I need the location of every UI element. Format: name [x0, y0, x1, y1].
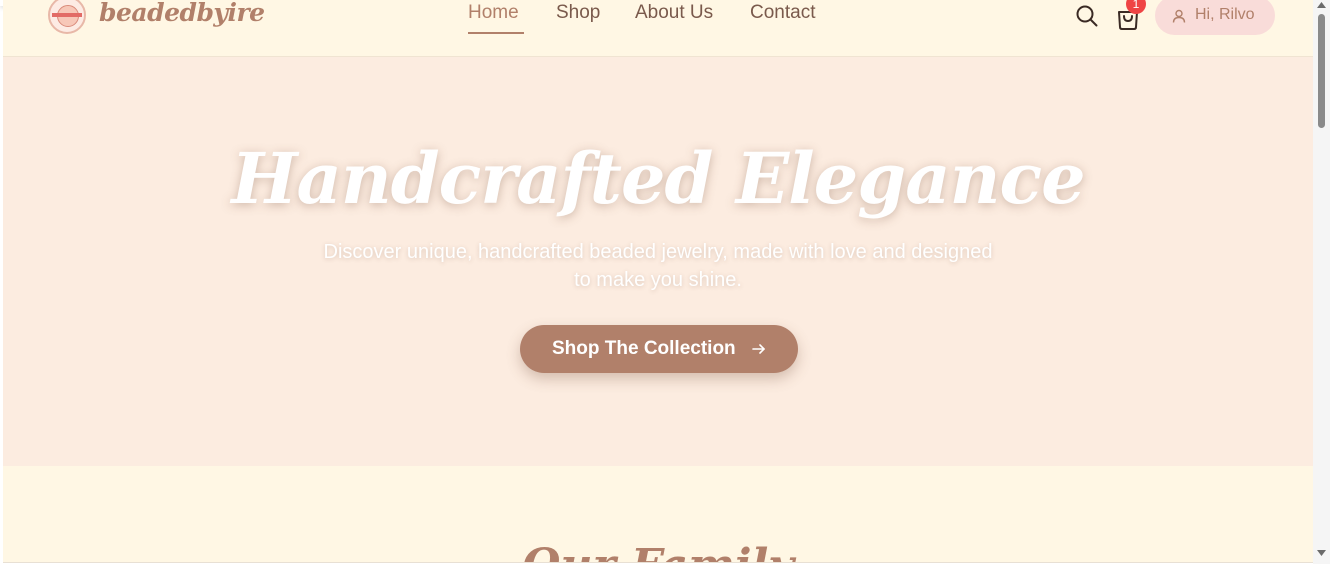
- site-header: beadedbyire Home Shop About Us Contact 1: [3, 0, 1313, 57]
- scroll-down-arrow-icon[interactable]: [1317, 550, 1326, 556]
- scroll-thumb[interactable]: [1318, 14, 1325, 128]
- hero-banner: Handcrafted Elegance Discover unique, ha…: [3, 57, 1313, 466]
- hero-title: Handcrafted Elegance: [231, 137, 1085, 220]
- user-greeting: Hi, Rilvo: [1195, 6, 1255, 23]
- nav-item-home[interactable]: Home: [468, 2, 519, 24]
- nav-item-contact[interactable]: Contact: [750, 2, 815, 24]
- arrow-right-icon: [752, 341, 766, 355]
- section-title-our-family: Our Family: [3, 540, 1313, 562]
- user-icon: [1172, 8, 1186, 23]
- shop-collection-button[interactable]: Shop The Collection: [520, 325, 798, 373]
- nav-item-shop[interactable]: Shop: [556, 2, 600, 24]
- search-icon[interactable]: [1075, 4, 1099, 28]
- hero-subtitle: Discover unique, handcrafted beaded jewe…: [323, 241, 993, 291]
- nav-item-about-us[interactable]: About Us: [635, 2, 713, 24]
- active-nav-underline: [468, 32, 524, 34]
- scroll-up-arrow-icon[interactable]: [1317, 2, 1326, 8]
- shop-collection-label: Shop The Collection: [552, 338, 736, 359]
- page-scrollbar[interactable]: [1313, 0, 1330, 564]
- user-account-button[interactable]: Hi, Rilvo: [1155, 0, 1275, 35]
- page-viewport: beadedbyire Home Shop About Us Contact 1: [3, 0, 1313, 563]
